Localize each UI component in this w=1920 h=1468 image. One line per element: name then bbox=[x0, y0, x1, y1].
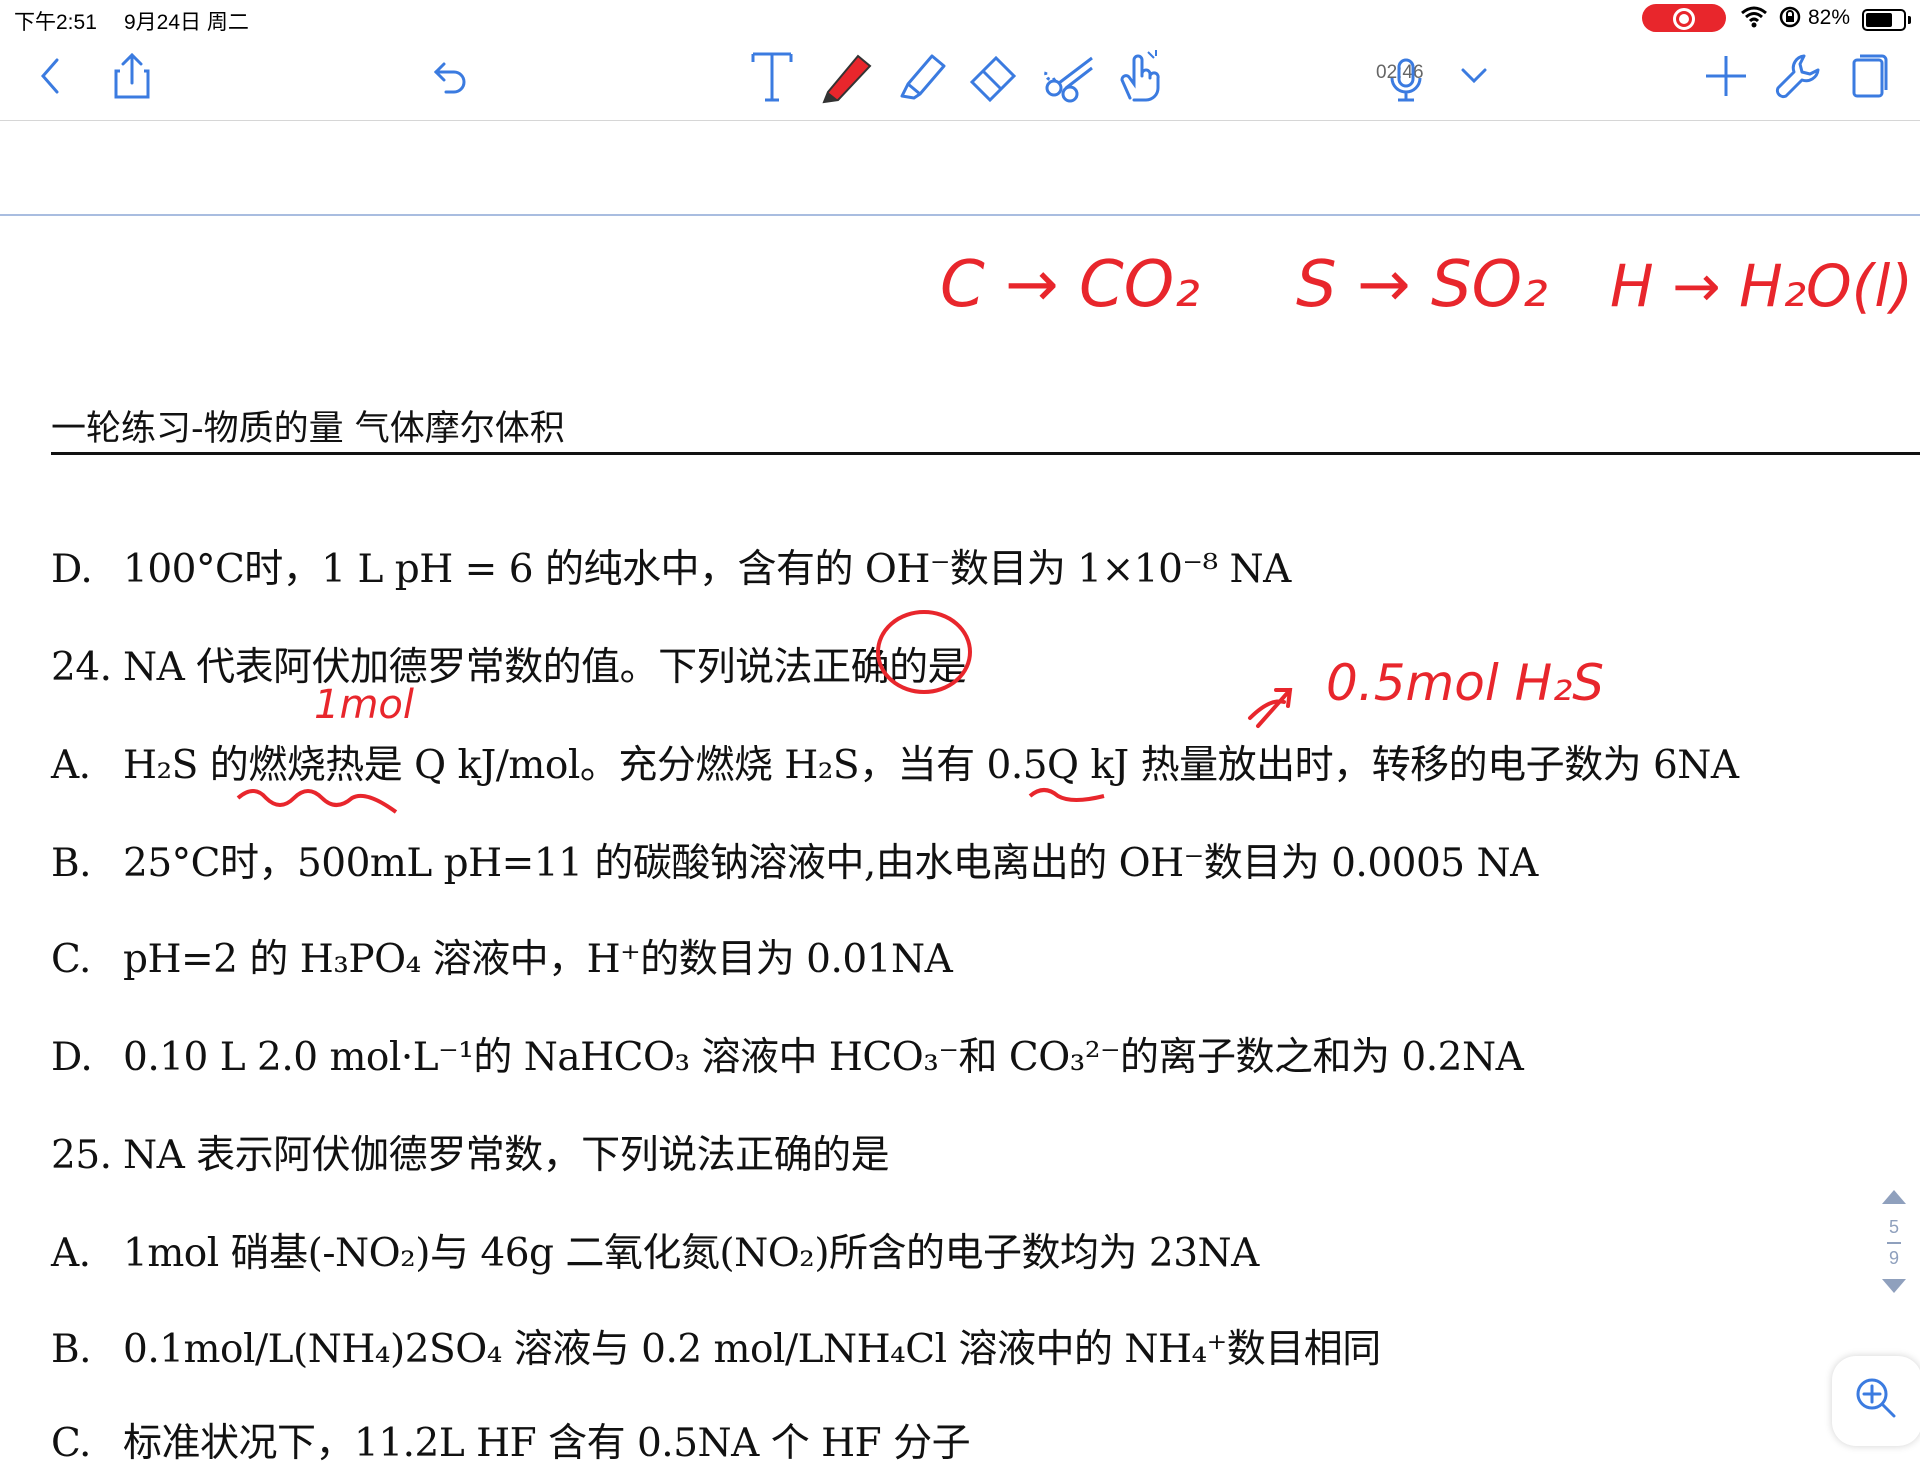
line-label: 25. bbox=[51, 1133, 112, 1178]
text-tool-icon bbox=[751, 52, 793, 102]
line-text: 标准状况下，11.2L HF 含有 0.5NA 个 HF 分子 bbox=[123, 1421, 971, 1466]
line-text: 100°C时，1 L pH = 6 的纯水中，含有的 OH⁻数目为 1×10⁻⁸… bbox=[123, 547, 1291, 592]
highlighter-icon bbox=[900, 54, 946, 100]
line-text: 25°C时，500mL pH=11 的碳酸钠溶液中,由水电离出的 OH⁻数目为 … bbox=[123, 841, 1538, 886]
status-date: 9月24日 周二 bbox=[124, 11, 249, 34]
line-label: D. bbox=[51, 1035, 93, 1080]
screen-recording-indicator[interactable] bbox=[1642, 4, 1726, 32]
total-pages: 9 bbox=[1888, 1248, 1899, 1268]
zoom-in-icon bbox=[1856, 1378, 1896, 1418]
share-button[interactable] bbox=[104, 48, 160, 104]
line-label: A. bbox=[51, 743, 91, 788]
line-text: 1mol 硝基(-NO₂)与 46g 二氧化氮(NO₂)所含的电子数均为 23N… bbox=[123, 1231, 1259, 1276]
handwritten-note: C → CO₂ bbox=[940, 248, 1200, 322]
handwritten-note: 0.5mol H₂S bbox=[1326, 654, 1604, 712]
scissors-icon bbox=[1044, 56, 1093, 103]
pen-tool-button[interactable] bbox=[818, 48, 874, 104]
hand-tool-button[interactable] bbox=[1112, 48, 1168, 104]
line-label: A. bbox=[51, 1231, 91, 1276]
line-label: B. bbox=[51, 1327, 92, 1372]
line-label: C. bbox=[51, 937, 91, 982]
handwritten-underline bbox=[1028, 788, 1105, 802]
battery-percent: 82% bbox=[1808, 6, 1851, 29]
page-divider bbox=[1887, 1242, 1901, 1244]
toolbar: 02:46 bbox=[0, 36, 1920, 121]
hand-icon bbox=[1120, 50, 1160, 102]
line-label: B. bbox=[51, 841, 92, 886]
orientation-lock-icon bbox=[1779, 6, 1801, 28]
undo-button[interactable] bbox=[424, 48, 480, 104]
add-button[interactable] bbox=[1698, 48, 1754, 104]
lasso-tool-button[interactable] bbox=[1042, 48, 1098, 104]
back-button[interactable] bbox=[22, 48, 78, 104]
line-text: 0.10 L 2.0 mol·L⁻¹的 NaHCO₃ 溶液中 HCO₃⁻和 CO… bbox=[123, 1035, 1524, 1080]
page-title: 一轮练习-物质的量 气体摩尔体积 bbox=[51, 409, 565, 449]
eraser-icon bbox=[969, 55, 1017, 103]
line-label: D. bbox=[51, 547, 93, 592]
undo-icon bbox=[433, 62, 466, 94]
line-text: NA 表示阿伏伽德罗常数，下列说法正确的是 bbox=[123, 1133, 890, 1178]
current-page: 5 bbox=[1888, 1217, 1899, 1237]
chevron-down-icon bbox=[1461, 68, 1487, 84]
microphone-icon bbox=[1390, 58, 1422, 102]
line-text: H₂S 的燃烧热是 Q kJ/mol。充分燃烧 H₂S，当有 0.5Q kJ 热… bbox=[123, 743, 1739, 788]
question-line: B. 25°C时，500mL pH=11 的碳酸钠溶液中,由水电离出的 OH⁻数目… bbox=[51, 832, 1538, 888]
text-tool-button[interactable] bbox=[744, 48, 800, 104]
handwritten-underline bbox=[236, 789, 398, 814]
page-indicator[interactable]: 5 9 bbox=[1880, 1188, 1908, 1314]
battery-icon bbox=[1862, 9, 1911, 31]
settings-button[interactable] bbox=[1770, 48, 1826, 104]
wrench-icon bbox=[1775, 54, 1820, 99]
line-label: 24. bbox=[51, 645, 112, 690]
status-time: 下午2:51 bbox=[14, 11, 97, 34]
question-line: B. 0.1mol/L(NH₄)2SO₄ 溶液与 0.2 mol/LNH₄Cl 溶… bbox=[51, 1318, 1381, 1374]
question-line: D. 0.10 L 2.0 mol·L⁻¹的 NaHCO₃ 溶液中 HCO₃⁻和 … bbox=[51, 1026, 1524, 1082]
handwritten-note: S → SO₂ bbox=[1296, 248, 1548, 322]
recording-menu-button[interactable] bbox=[1446, 48, 1502, 104]
question-line: C. 标准状况下，11.2L HF 含有 0.5NA 个 HF 分子 bbox=[51, 1412, 971, 1468]
highlighter-tool-button[interactable] bbox=[894, 48, 950, 104]
microphone-button[interactable] bbox=[1378, 48, 1434, 104]
page-down-icon[interactable] bbox=[1880, 1277, 1908, 1295]
back-icon bbox=[41, 58, 59, 94]
share-icon bbox=[114, 52, 150, 99]
question-line: A. H₂S 的燃烧热是 Q kJ/mol。充分燃烧 H₂S，当有 0.5Q kJ… bbox=[51, 734, 1739, 790]
eraser-tool-button[interactable] bbox=[966, 48, 1022, 104]
question-line: D. 100°C时，1 L pH = 6 的纯水中，含有的 OH⁻数目为 1×10… bbox=[51, 538, 1291, 594]
line-text: 0.1mol/L(NH₄)2SO₄ 溶液与 0.2 mol/LNH₄Cl 溶液中… bbox=[123, 1327, 1381, 1372]
line-text: pH=2 的 H₃PO₄ 溶液中，H⁺的数目为 0.01NA bbox=[123, 937, 953, 982]
page-up-icon[interactable] bbox=[1880, 1188, 1908, 1206]
line-text: NA 代表阿伏加德罗常数的值。下列说法正确的是 bbox=[123, 645, 967, 690]
status-bar: 下午2:51 9月24日 周二 82% bbox=[0, 0, 1920, 36]
pages-button[interactable] bbox=[1840, 48, 1896, 104]
header-rule bbox=[51, 452, 1920, 455]
question-line: 24. NA 代表阿伏加德罗常数的值。下列说法正确的是 bbox=[51, 636, 967, 692]
handwritten-arrow bbox=[1248, 688, 1293, 728]
question-line: A. 1mol 硝基(-NO₂)与 46g 二氧化氮(NO₂)所含的电子数均为 2… bbox=[51, 1222, 1259, 1278]
pen-icon bbox=[822, 54, 872, 104]
battery-fill bbox=[1866, 13, 1893, 27]
page-top-divider bbox=[0, 214, 1920, 216]
page-icon bbox=[1852, 54, 1888, 98]
wifi-icon bbox=[1741, 6, 1767, 28]
question-line: 25. NA 表示阿伏伽德罗常数，下列说法正确的是 bbox=[51, 1124, 890, 1180]
handwritten-note: H → H₂O(l) bbox=[1610, 252, 1913, 320]
zoom-button[interactable] bbox=[1832, 1356, 1920, 1446]
question-line: C. pH=2 的 H₃PO₄ 溶液中，H⁺的数目为 0.01NA bbox=[51, 928, 953, 984]
line-label: C. bbox=[51, 1421, 91, 1466]
add-icon bbox=[1706, 56, 1746, 96]
